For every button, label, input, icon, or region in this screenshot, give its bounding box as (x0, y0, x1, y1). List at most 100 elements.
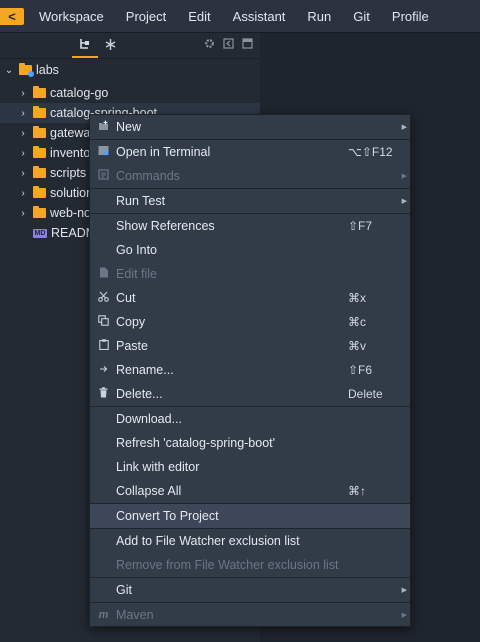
menu-item-label: Open in Terminal (116, 145, 211, 159)
menu-item-label: Add to File Watcher exclusion list (116, 534, 300, 548)
menu-edit[interactable]: Edit (172, 9, 210, 24)
menu-project[interactable]: Project (110, 9, 166, 24)
submenu-arrow-icon: ▶ (401, 612, 407, 619)
menu-item-cut[interactable]: Cut ⌘x (90, 286, 410, 310)
shortcut-label: ⌘v (348, 339, 366, 353)
folder-icon (33, 126, 46, 138)
tree-item-label: scripts (50, 166, 87, 180)
shortcut-label: ⇧F7 (348, 219, 373, 233)
menu-item-edit-file[interactable]: Edit file (90, 262, 410, 286)
tree-item-catalog-go[interactable]: › catalog-go (0, 83, 260, 103)
menu-item-label: Paste (116, 339, 148, 353)
menu-profile[interactable]: Profile (376, 9, 429, 24)
shortcut-label: ⌥⇧F12 (348, 145, 393, 159)
markdown-file-icon: MD (33, 228, 47, 238)
layout-icon[interactable] (240, 38, 254, 52)
copy-icon (98, 315, 109, 329)
menu-item-label: Convert To Project (116, 509, 219, 523)
menu-item-label: Rename... (116, 363, 174, 377)
trash-icon (98, 387, 109, 401)
menu-item-label: Collapse All (116, 484, 182, 498)
folder-icon (33, 206, 46, 218)
shortcut-label: ⇧F6 (348, 363, 373, 377)
shortcut-label: ⌘x (348, 291, 366, 305)
shortcut-label: ⌘c (348, 315, 366, 329)
menu-item-download[interactable]: Download... (90, 407, 410, 431)
tree-item-label: labs (36, 63, 59, 77)
menu-item-rename[interactable]: Rename... ⇧F6 (90, 358, 410, 382)
menu-item-run-test[interactable]: Run Test ▶ (90, 189, 410, 213)
menu-item-maven[interactable]: m Maven ▶ (90, 603, 410, 626)
menu-item-label: Remove from File Watcher exclusion list (116, 558, 339, 572)
new-file-icon (98, 120, 109, 134)
structure-icon[interactable] (103, 38, 117, 52)
folder-icon (33, 166, 46, 178)
menu-item-show-references[interactable]: Show References ⇧F7 (90, 214, 410, 238)
project-folder-icon (19, 63, 34, 77)
chevron-left-icon: < (8, 8, 16, 24)
menu-item-link-with-editor[interactable]: Link with editor (90, 455, 410, 479)
context-menu: New ▶ Open in Terminal ⌥⇧F12 Commands ▶ … (89, 114, 411, 627)
folder-icon (33, 186, 46, 198)
tree-item-label: catalog-go (50, 86, 109, 100)
menu-item-label: Show References (116, 219, 215, 233)
submenu-arrow-icon: ▶ (401, 173, 407, 180)
project-tree-icon[interactable] (78, 38, 92, 52)
menu-item-open-in-terminal[interactable]: Open in Terminal ⌥⇧F12 (90, 140, 410, 164)
scissors-icon (98, 291, 109, 305)
maven-icon: m (98, 609, 109, 621)
terminal-icon (98, 145, 109, 159)
menu-item-label: Git (116, 583, 132, 597)
menu-item-new[interactable]: New ▶ (90, 115, 410, 139)
menu-workspace[interactable]: Workspace (24, 9, 104, 24)
menu-item-label: Edit file (116, 267, 157, 281)
rename-icon (98, 365, 109, 376)
commands-icon (98, 169, 109, 183)
menu-item-delete[interactable]: Delete... Delete (90, 382, 410, 406)
menu-item-copy[interactable]: Copy ⌘c (90, 310, 410, 334)
menu-item-convert-to-project[interactable]: Convert To Project (90, 504, 410, 528)
chevron-right-icon[interactable]: › (18, 208, 28, 219)
menu-item-label: Refresh 'catalog-spring-boot' (116, 436, 276, 450)
menu-item-label: Copy (116, 315, 146, 329)
shortcut-label: ⌘↑ (348, 484, 366, 498)
menu-item-label: Cut (116, 291, 136, 305)
submenu-arrow-icon: ▶ (401, 587, 407, 594)
edit-file-icon (98, 267, 109, 281)
gear-icon[interactable] (202, 38, 216, 52)
chevron-right-icon[interactable]: › (18, 168, 28, 179)
menu-item-add-file-watcher-exclusion[interactable]: Add to File Watcher exclusion list (90, 529, 410, 553)
menu-item-git[interactable]: Git ▶ (90, 578, 410, 602)
submenu-arrow-icon: ▶ (401, 124, 407, 131)
collapse-icon[interactable] (221, 38, 235, 52)
menu-item-commands[interactable]: Commands ▶ (90, 164, 410, 188)
folder-icon (33, 146, 46, 158)
chevron-right-icon[interactable]: › (18, 148, 28, 159)
menu-assistant[interactable]: Assistant (217, 9, 286, 24)
chevron-right-icon[interactable]: › (18, 188, 28, 199)
menu-item-paste[interactable]: Paste ⌘v (90, 334, 410, 358)
chevron-right-icon[interactable]: › (18, 128, 28, 139)
menu-item-remove-file-watcher-exclusion[interactable]: Remove from File Watcher exclusion list (90, 553, 410, 577)
menubar-items: Workspace Project Edit Assistant Run Git… (24, 9, 435, 24)
shortcut-label: Delete (348, 387, 383, 401)
menu-item-label: Commands (116, 169, 180, 183)
menubar: < Workspace Project Edit Assistant Run G… (0, 0, 480, 33)
paste-icon (98, 339, 109, 353)
menu-item-refresh[interactable]: Refresh 'catalog-spring-boot' (90, 431, 410, 455)
folder-icon (33, 86, 46, 98)
back-button[interactable]: < (0, 7, 24, 25)
chevron-down-icon[interactable]: ⌄ (4, 65, 14, 76)
chevron-right-icon[interactable]: › (18, 108, 28, 119)
menu-item-label: New (116, 120, 142, 134)
menu-git[interactable]: Git (337, 9, 370, 24)
menu-run[interactable]: Run (291, 9, 331, 24)
chevron-right-icon[interactable]: › (18, 88, 28, 99)
menu-item-collapse-all[interactable]: Collapse All ⌘↑ (90, 479, 410, 503)
menu-item-label: Delete... (116, 387, 163, 401)
menu-item-label: Maven (116, 608, 154, 622)
menu-item-label: Run Test (116, 194, 166, 208)
panel-toolbar (0, 33, 260, 59)
tree-item-labs[interactable]: ⌄ labs (0, 58, 260, 82)
menu-item-go-into[interactable]: Go Into (90, 238, 410, 262)
